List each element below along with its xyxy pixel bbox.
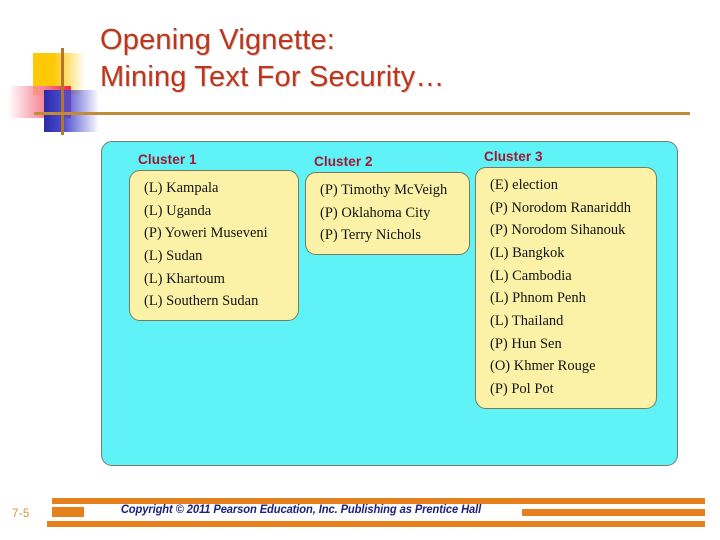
list-item: (L) Sudan bbox=[144, 247, 203, 264]
list-item: (P) Oklahoma City bbox=[320, 204, 431, 221]
list-item: (L) Southern Sudan bbox=[144, 293, 259, 310]
list-item: (P) Timothy McVeigh bbox=[320, 181, 448, 198]
slide-footer: 7-5 Copyright © 2011 Pearson Education, … bbox=[0, 494, 720, 540]
title-underline-rule bbox=[34, 112, 690, 115]
list-item: (E) election bbox=[490, 176, 559, 193]
list-item: (O) Khmer Rouge bbox=[490, 358, 596, 375]
footer-bar-bottom bbox=[47, 521, 705, 527]
cluster-diagram: Cluster 1 (L) Kampala (L) Uganda (P) Yow… bbox=[101, 141, 678, 466]
cluster-2-heading: Cluster 2 bbox=[314, 154, 373, 169]
footer-bar-mid-left bbox=[52, 507, 84, 517]
decoration-blue-square bbox=[44, 90, 99, 132]
list-item: (L) Bangkok bbox=[490, 244, 565, 261]
cluster-group-3: Cluster 3 (E) election (P) Norodom Ranar… bbox=[475, 149, 657, 410]
list-item: (L) Thailand bbox=[490, 313, 564, 330]
cluster-3-box: (E) election (P) Norodom Ranariddh (P) N… bbox=[475, 167, 657, 410]
list-item: (P) Yoweri Museveni bbox=[144, 225, 268, 242]
cluster-3-heading: Cluster 3 bbox=[484, 149, 543, 164]
list-item: (P) Norodom Sihanouk bbox=[490, 222, 626, 239]
copyright-notice: Copyright © 2011 Pearson Education, Inc.… bbox=[120, 504, 482, 516]
list-item: (L) Kampala bbox=[144, 179, 219, 196]
list-item: (P) Hun Sen bbox=[490, 335, 562, 352]
decoration-vertical-line bbox=[61, 48, 64, 135]
list-item: (L) Uganda bbox=[144, 202, 212, 219]
slide-number: 7-5 bbox=[12, 508, 30, 520]
cluster-group-1: Cluster 1 (L) Kampala (L) Uganda (P) Yow… bbox=[129, 152, 299, 322]
cluster-group-2: Cluster 2 (P) Timothy McVeigh (P) Oklaho… bbox=[305, 154, 470, 256]
page-title: Opening Vignette: Mining Text For Securi… bbox=[100, 24, 445, 93]
cluster-1-box: (L) Kampala (L) Uganda (P) Yoweri Museve… bbox=[129, 170, 299, 322]
list-item: (L) Cambodia bbox=[490, 267, 572, 284]
list-item: (P) Terry Nichols bbox=[320, 227, 422, 244]
list-item: (L) Khartoum bbox=[144, 270, 225, 287]
cluster-2-box: (P) Timothy McVeigh (P) Oklahoma City (P… bbox=[305, 172, 470, 256]
list-item: (L) Phnom Penh bbox=[490, 290, 586, 307]
list-item: (P) Pol Pot bbox=[490, 381, 554, 398]
list-item: (P) Norodom Ranariddh bbox=[490, 199, 631, 216]
footer-bar-mid-right bbox=[522, 509, 705, 516]
cluster-1-heading: Cluster 1 bbox=[138, 152, 197, 167]
